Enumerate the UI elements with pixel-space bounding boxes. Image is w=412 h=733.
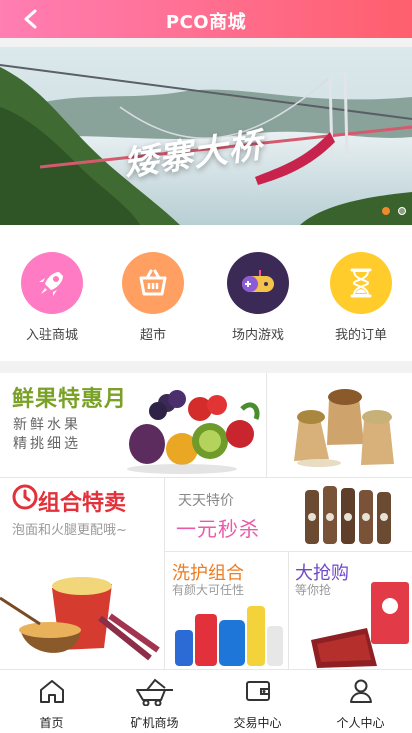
mining-cart-icon	[135, 678, 173, 706]
quick-item-label: 场内游戏	[231, 328, 284, 343]
wallet-icon	[245, 681, 270, 701]
tab-label: 矿机商场	[130, 716, 179, 730]
home-icon	[39, 680, 64, 703]
promo-fruit-sub-line1: 新鲜水果	[13, 417, 81, 433]
page-title: PCO商城	[165, 12, 247, 33]
banner-carousel[interactable]: 矮寨大桥	[0, 47, 412, 225]
promo-grab-subtitle: 等你抢	[295, 583, 332, 597]
nuts-image	[294, 389, 394, 467]
bottom-tab-bar: 首页 矿机商场 交易中心 个人中心	[0, 669, 412, 733]
promo-fruit-title: 鲜果特惠月	[12, 387, 128, 412]
rocket-icon	[21, 252, 83, 314]
tab-trade-center[interactable]: 交易中心	[206, 674, 309, 731]
tab-label: 首页	[39, 716, 64, 730]
carousel-dot-1[interactable]	[382, 207, 390, 215]
gamepad-icon	[227, 252, 289, 314]
promo-combo-subtitle: 泡面和火腿更配哦~	[12, 523, 127, 538]
app-header: PCO商城	[0, 0, 412, 38]
hourglass-icon	[330, 252, 392, 314]
tab-profile[interactable]: 个人中心	[309, 674, 412, 731]
promo-fruit-subtitle: 新鲜水果 精挑细选	[13, 416, 81, 454]
promo-fruit-sub-line2: 精挑细选	[13, 436, 81, 452]
quick-item-label: 入驻商城	[25, 328, 78, 343]
promo-fruit-month[interactable]: 鲜果特惠月 新鲜水果 精挑细选	[0, 373, 266, 477]
tab-mining-mall[interactable]: 矿机商场	[103, 674, 206, 731]
quick-item-games[interactable]: 场内游戏	[213, 252, 303, 343]
tab-home[interactable]: 首页	[0, 674, 103, 731]
detergent-image	[175, 606, 283, 666]
fruit-image	[127, 390, 260, 474]
quick-item-supermarket[interactable]: 超市	[108, 252, 198, 343]
promo-combo-title: 组合特卖	[38, 491, 127, 516]
quick-item-label: 我的订单	[334, 328, 387, 343]
user-icon	[349, 679, 372, 703]
promo-daily-title: 天天特价	[178, 493, 234, 509]
noodle-image	[0, 577, 160, 661]
promo-grid: 鲜果特惠月 新鲜水果 精挑细选 组合特卖 泡面和火腿更配哦~ 天天特价 一元秒杀…	[0, 373, 412, 669]
promo-nuts[interactable]	[267, 373, 412, 477]
basket-icon	[122, 252, 184, 314]
tab-label: 个人中心	[336, 716, 385, 730]
promo-daily-headline: 一元秒杀	[176, 517, 260, 541]
clock-icon	[12, 484, 38, 510]
quick-menu: 入驻商城 超市 场内游戏 我的订单	[0, 225, 412, 361]
tab-label: 交易中心	[233, 716, 282, 730]
coffee-bottles-image	[305, 486, 391, 544]
carousel-dot-2[interactable]	[398, 207, 406, 215]
quick-item-join-mall[interactable]: 入驻商城	[7, 252, 97, 343]
promo-wash-subtitle: 有颜大可任性	[172, 583, 245, 597]
carousel-indicator	[382, 207, 406, 215]
quick-item-label: 超市	[139, 328, 166, 343]
quick-item-my-orders[interactable]: 我的订单	[316, 252, 406, 343]
